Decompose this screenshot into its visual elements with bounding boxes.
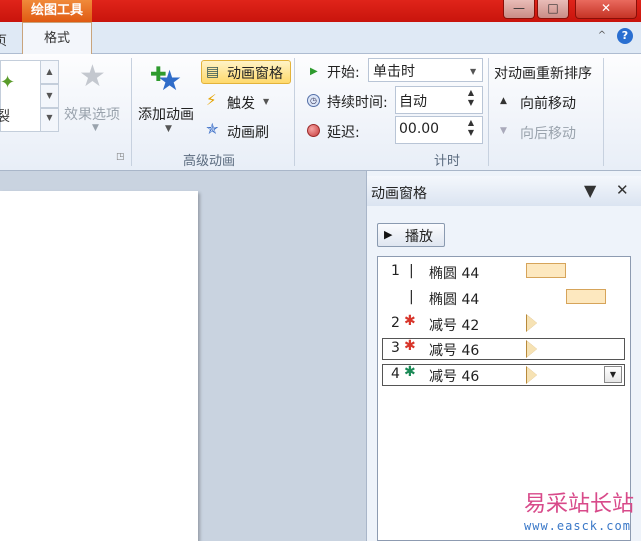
duration-label: 持续时间:	[327, 95, 388, 111]
effect-order-number: 4	[391, 366, 400, 382]
exit-star-icon: ✱	[404, 338, 416, 354]
plus-icon: ✚	[150, 62, 167, 86]
effect-options-star-icon: ★	[79, 59, 106, 94]
timeline-triangle-fill	[527, 315, 537, 331]
timeline-triangle-fill	[527, 367, 537, 383]
effect-name: 减号 46	[429, 369, 480, 385]
play-icon: ▶	[384, 228, 393, 241]
duration-spinner[interactable]: ▲ ▼	[466, 88, 476, 108]
chevron-down-icon: ▼	[165, 124, 172, 134]
delay-spinner[interactable]: ▲ ▼	[466, 118, 476, 138]
pane-options-dropdown-icon[interactable]: ▼	[584, 181, 596, 200]
restore-button[interactable]: □	[537, 0, 569, 19]
exit-star-icon: ✱	[404, 313, 416, 329]
play-triangle-icon: ▶	[310, 66, 318, 77]
list-item[interactable]	[377, 261, 631, 283]
animation-painter-button[interactable]: 动画刷	[227, 122, 269, 142]
tab-partial[interactable]: 页	[0, 30, 14, 50]
drawing-tools-context-label: 绘图工具	[22, 0, 92, 22]
timeline-triangle-fill	[527, 341, 537, 357]
animation-painter-icon: ✯	[206, 120, 219, 138]
collapse-ribbon-icon[interactable]: ^	[595, 29, 609, 43]
delay-value: 00.00	[399, 121, 440, 137]
effect-name: 椭圆 44	[429, 292, 480, 308]
effect-options-button[interactable]: 效果选项	[64, 104, 120, 124]
effect-name: 减号 46	[429, 343, 480, 359]
animation-pane-icon: ▤	[206, 64, 220, 80]
group-label-timing: 计时	[434, 154, 461, 169]
group-divider	[603, 58, 604, 166]
motion-path-icon: |	[409, 289, 414, 305]
motion-path-icon: |	[409, 263, 414, 279]
timeline-bar[interactable]	[526, 263, 566, 278]
add-animation-button[interactable]: 添加动画	[138, 104, 194, 124]
duration-value: 自动	[399, 94, 427, 110]
emphasis-star-icon: ✱	[404, 364, 416, 380]
close-icon[interactable]: ✕	[616, 181, 629, 199]
list-item-selected[interactable]	[382, 338, 625, 360]
timeline-bar[interactable]	[566, 289, 606, 304]
ribbon-tab-row	[0, 22, 641, 54]
effect-name: 减号 42	[429, 318, 480, 334]
delay-icon	[307, 124, 320, 137]
minimize-button[interactable]: —	[503, 0, 535, 19]
move-earlier-button[interactable]: 向前移动	[520, 93, 576, 113]
clock-icon: ◷	[307, 94, 320, 107]
arrow-down-icon: ▼	[500, 126, 507, 136]
reorder-animation-header: 对动画重新排序	[494, 66, 592, 82]
lightning-icon: ⚡	[206, 91, 217, 109]
chevron-down-icon[interactable]: ▼	[470, 67, 476, 76]
trigger-button[interactable]: 触发	[227, 93, 255, 113]
tab-format[interactable]: 格式	[22, 22, 92, 54]
effect-order-number: 1	[391, 263, 400, 279]
animation-pane-label: 动画窗格	[227, 66, 283, 82]
group-divider	[488, 58, 489, 166]
group-label-advanced-animation: 高级动画	[183, 154, 236, 169]
arrow-up-icon: ▲	[500, 96, 507, 106]
effect-name: 椭圆 44	[429, 266, 480, 282]
chevron-down-icon: ▼	[263, 97, 270, 106]
watermark-logo-text: 易采站长站	[524, 492, 635, 517]
effect-order-number: 3	[391, 340, 400, 356]
help-icon[interactable]: ?	[617, 28, 633, 44]
gallery-item-label: 裂	[0, 109, 10, 125]
animation-pane-title: 动画窗格	[371, 186, 427, 202]
play-label: 播放	[405, 229, 433, 245]
delay-label: 延迟:	[327, 125, 360, 141]
dialog-launcher-icon[interactable]: ◳	[116, 152, 125, 162]
effect-options-dropdown-button[interactable]: ▼	[604, 366, 622, 383]
chevron-down-icon: ▼	[92, 123, 99, 133]
move-later-button[interactable]: 向后移动	[520, 123, 576, 143]
gallery-scroll-down-button[interactable]: ▼	[40, 84, 59, 108]
gallery-more-button[interactable]: ▼	[40, 108, 59, 132]
close-window-button[interactable]: ✕	[575, 0, 637, 19]
gallery-scroll-up-button[interactable]: ▲	[40, 60, 59, 84]
list-item-selected[interactable]	[382, 364, 625, 386]
effect-order-number: 2	[391, 315, 400, 331]
slide-canvas[interactable]	[0, 191, 198, 541]
group-divider	[131, 58, 132, 166]
group-divider	[294, 58, 295, 166]
start-select-value: 单击时	[373, 64, 415, 80]
star-icon: ✦	[0, 72, 16, 93]
start-label: 开始:	[327, 65, 360, 81]
watermark-url: www.easck.com	[524, 519, 631, 533]
